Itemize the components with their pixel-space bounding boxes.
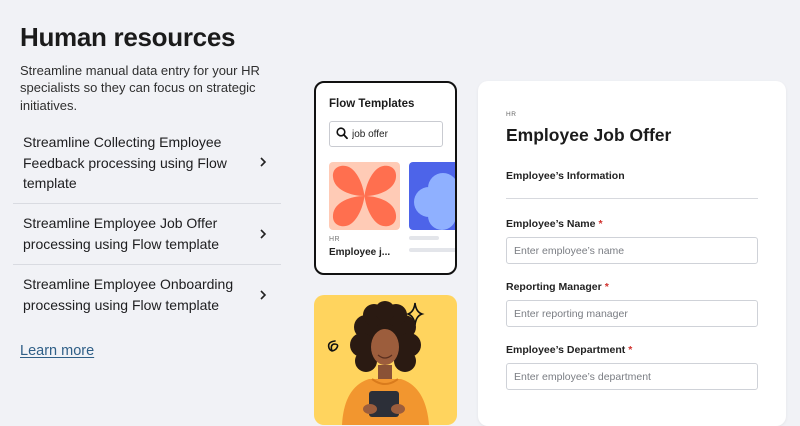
chevron-right-icon bbox=[260, 229, 267, 239]
field-label-text: Employee’s Name bbox=[506, 218, 596, 230]
flower-pattern-illustration bbox=[414, 173, 455, 230]
person-with-tablet-photo bbox=[327, 301, 429, 425]
employee-department-input[interactable] bbox=[506, 363, 758, 390]
reporting-manager-label: Reporting Manager * bbox=[506, 281, 609, 293]
flow-templates-card: Flow Templates HR Employee bbox=[314, 81, 457, 275]
form-category-tag: HR bbox=[506, 111, 517, 118]
placeholder-line bbox=[409, 248, 455, 252]
accordion-item-label: Streamline Collecting Employee Feedback … bbox=[23, 134, 227, 191]
field-label-text: Employee’s Department bbox=[506, 344, 626, 356]
field-label-text: Reporting Manager bbox=[506, 281, 602, 293]
chevron-right-icon bbox=[260, 157, 267, 167]
page-intro: Streamline manual data entry for your HR… bbox=[20, 63, 260, 113]
template-thumbnail-blue[interactable] bbox=[409, 162, 455, 230]
accordion-item-collecting-feedback[interactable]: Streamline Collecting Employee Feedback … bbox=[13, 123, 281, 203]
accordion-item-label: Streamline Employee Job Offer processing… bbox=[23, 215, 220, 252]
job-offer-form-card: HR Employee Job Offer Employee’s Informa… bbox=[478, 81, 786, 426]
petal-pattern-illustration bbox=[332, 165, 397, 227]
employee-name-label: Employee’s Name * bbox=[506, 218, 603, 230]
search-icon bbox=[336, 127, 348, 140]
accordion-item-job-offer[interactable]: Streamline Employee Job Offer processing… bbox=[13, 203, 281, 264]
required-asterisk: * bbox=[598, 218, 603, 230]
template-category-tag: HR bbox=[329, 236, 341, 243]
template-search-input[interactable] bbox=[352, 125, 436, 143]
placeholder-line bbox=[409, 236, 439, 240]
section-divider bbox=[506, 198, 758, 199]
required-asterisk: * bbox=[628, 344, 633, 356]
page-title: Human resources bbox=[20, 22, 236, 52]
squiggle-icon bbox=[327, 340, 339, 352]
required-asterisk: * bbox=[604, 281, 609, 293]
accordion-item-onboarding[interactable]: Streamline Employee Onboarding processin… bbox=[13, 264, 281, 325]
template-name: Employee j... bbox=[329, 247, 391, 258]
template-search-box[interactable] bbox=[329, 121, 443, 147]
form-title: Employee Job Offer bbox=[506, 125, 672, 145]
learn-more-link[interactable]: Learn more bbox=[20, 343, 94, 359]
accordion-item-label: Streamline Employee Onboarding processin… bbox=[23, 276, 234, 313]
form-section-heading: Employee’s Information bbox=[506, 170, 625, 182]
reporting-manager-input[interactable] bbox=[506, 300, 758, 327]
employee-department-label: Employee’s Department * bbox=[506, 344, 632, 356]
person-photo-card bbox=[314, 295, 457, 425]
flow-templates-title: Flow Templates bbox=[329, 98, 415, 110]
template-thumbnail-petals[interactable] bbox=[329, 162, 400, 230]
employee-name-input[interactable] bbox=[506, 237, 758, 264]
chevron-right-icon bbox=[260, 290, 267, 300]
